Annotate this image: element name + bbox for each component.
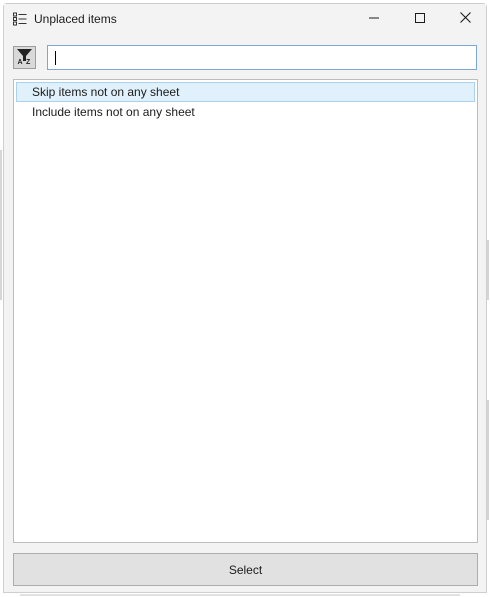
maximize-button[interactable] <box>397 4 443 34</box>
filter-toolbar: A Z <box>13 45 477 71</box>
maximize-icon <box>415 12 425 26</box>
text-caret <box>55 51 56 65</box>
select-button[interactable]: Select <box>13 553 478 586</box>
window-title: Unplaced items <box>34 12 117 26</box>
search-input[interactable] <box>48 46 476 69</box>
list-item-skip[interactable]: Skip items not on any sheet <box>16 82 475 102</box>
options-list[interactable]: Skip items not on any sheet Include item… <box>13 79 478 543</box>
background-mark <box>0 150 2 300</box>
sort-filter-button[interactable]: A Z <box>13 46 36 69</box>
search-field[interactable] <box>47 45 477 70</box>
background-mark <box>20 594 460 596</box>
svg-text:A: A <box>18 59 23 65</box>
list-item-include[interactable]: Include items not on any sheet <box>16 102 475 122</box>
title-bar[interactable]: Unplaced items <box>4 4 486 34</box>
filter-sort-az-icon: A Z <box>16 48 33 68</box>
close-icon <box>459 12 471 26</box>
minimize-icon <box>369 12 379 26</box>
dialog-window: Unplaced items A Z Skip items not on any… <box>3 3 487 593</box>
list-icon <box>13 12 27 26</box>
svg-text:Z: Z <box>26 59 31 65</box>
close-button[interactable] <box>442 4 488 34</box>
minimize-button[interactable] <box>351 4 397 34</box>
